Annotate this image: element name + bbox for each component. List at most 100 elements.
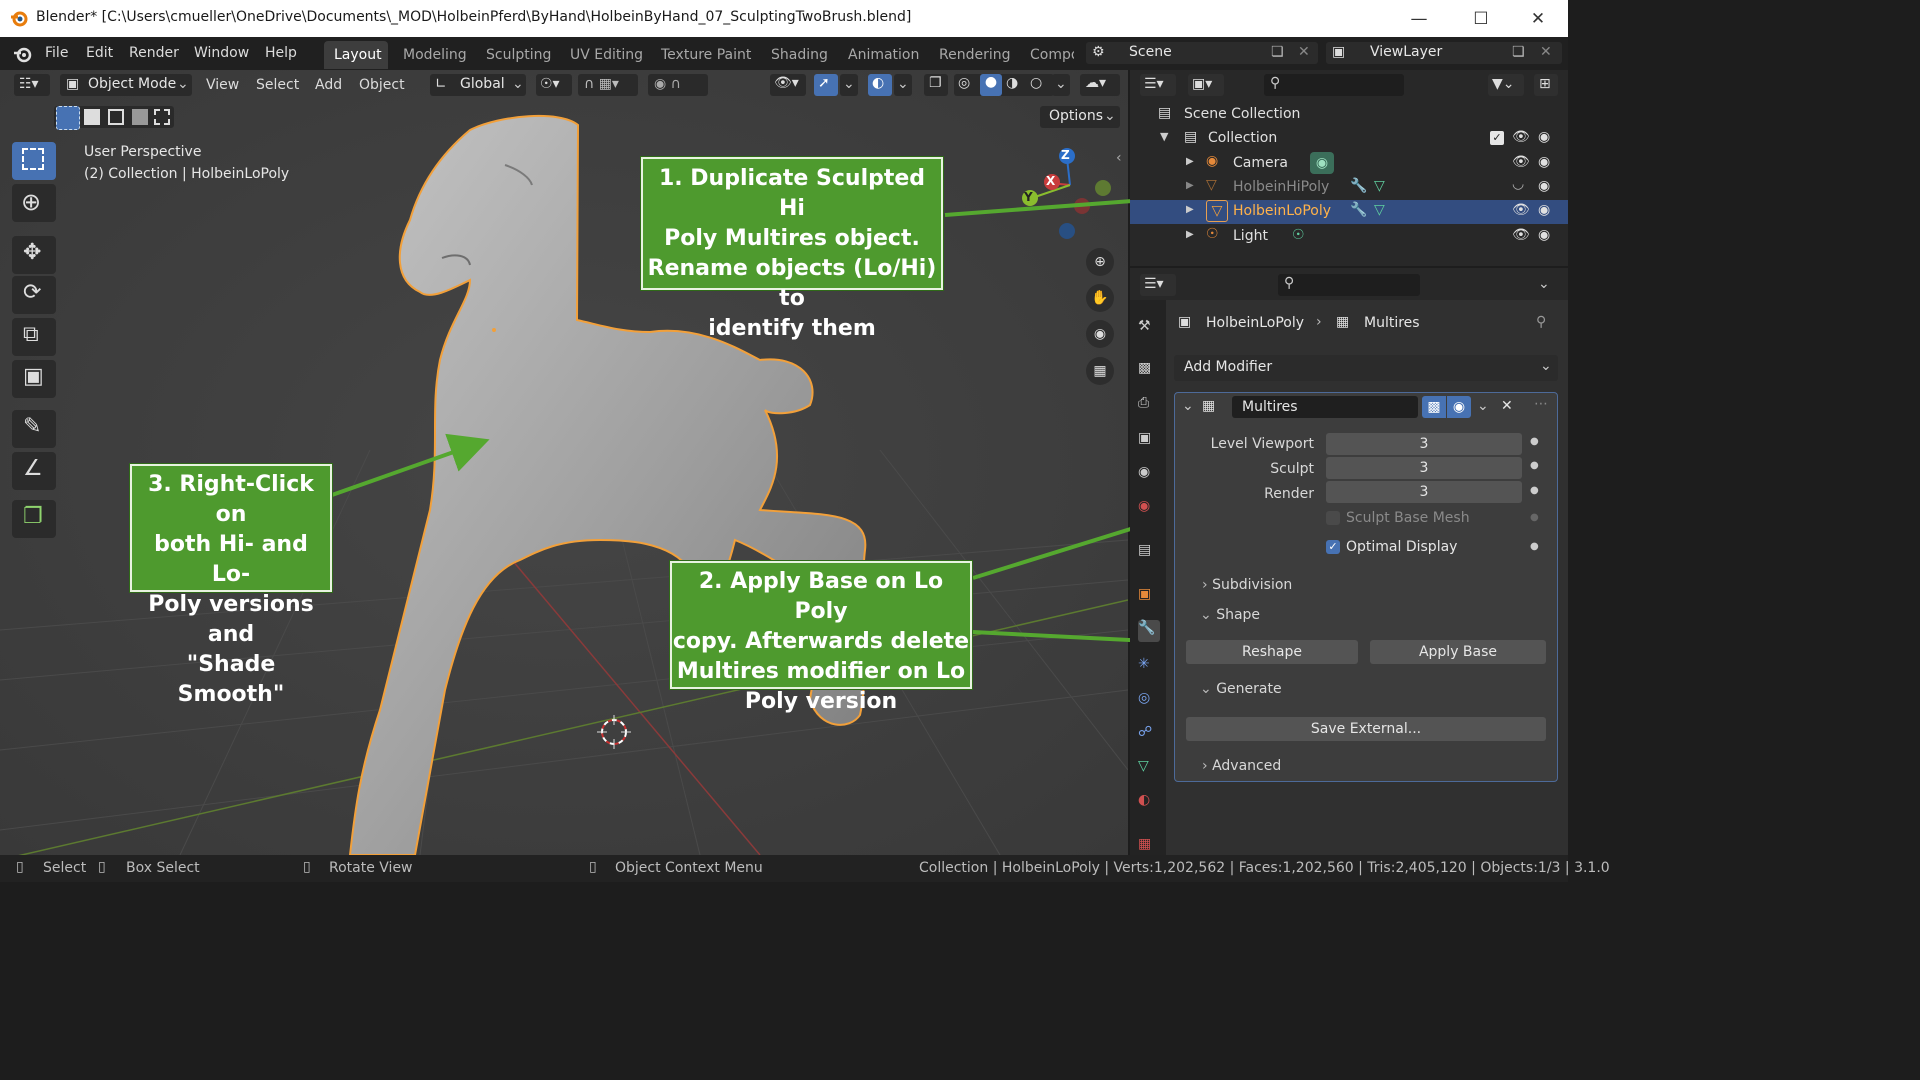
outliner-item-label: HolbeinLoPoly bbox=[1233, 203, 1332, 219]
render-level-field[interactable]: 3 bbox=[1326, 481, 1522, 503]
tool-tab-icon[interactable]: ⚒ bbox=[1138, 318, 1160, 340]
multires-icon: ▦ bbox=[1336, 314, 1350, 330]
data-tab-icon[interactable]: ▽ bbox=[1138, 758, 1160, 780]
save-external-button[interactable]: Save External... bbox=[1186, 717, 1546, 741]
chevron-down-icon: ⌄ bbox=[1200, 681, 1217, 697]
display-mode-icon: ▣▾ bbox=[1192, 76, 1213, 92]
collection-tab-icon[interactable]: ▤ bbox=[1138, 542, 1160, 564]
breadcrumb-modifier: Multires bbox=[1364, 315, 1420, 331]
sculpt-level-field[interactable]: 3 bbox=[1326, 457, 1522, 479]
outliner-filter-button[interactable]: ▼⌄ bbox=[1488, 74, 1524, 96]
mouse-right-icon: ▯ bbox=[589, 859, 597, 875]
note3-line: Poly versions and bbox=[148, 592, 314, 647]
modifier-name-input[interactable]: Multires bbox=[1232, 396, 1418, 418]
output-tab-icon[interactable]: ⎙ bbox=[1138, 395, 1160, 417]
light-data-icon[interactable]: ☉ bbox=[1292, 227, 1305, 243]
checkbox-icon[interactable]: ✓ bbox=[1490, 131, 1504, 145]
apply-base-button[interactable]: Apply Base bbox=[1370, 640, 1546, 664]
eye-closed-icon[interactable]: ◡ bbox=[1512, 176, 1524, 192]
expand-arrow-icon[interactable]: ▼ bbox=[1160, 130, 1168, 143]
outliner-panel: ☰▾ ▣▾ ⚲ ▼⌄ ⊞ ▤ Scene Collection ▼ ▤ Coll… bbox=[1130, 70, 1568, 266]
outliner-row-camera[interactable]: ▶ ◉ Camera ◉ 👁 ◉ bbox=[1130, 152, 1568, 176]
animate-dot-icon[interactable]: ● bbox=[1530, 436, 1539, 447]
render-level-label: Render bbox=[1264, 486, 1314, 502]
add-modifier-dropdown[interactable]: Add Modifier ⌄ bbox=[1174, 355, 1558, 381]
generate-section-header[interactable]: ⌄ Generate bbox=[1200, 681, 1282, 697]
outliner-row-holbeinlopoly[interactable]: ▶ ▽ HolbeinLoPoly 🔧 ▽ 👁 ◉ bbox=[1130, 200, 1568, 224]
eye-icon[interactable]: 👁 bbox=[1512, 202, 1530, 218]
mesh-data-icon[interactable]: ▽ bbox=[1374, 202, 1385, 218]
animate-dot-icon[interactable]: ● bbox=[1530, 485, 1539, 496]
outliner-row-scene-collection[interactable]: ▤ Scene Collection bbox=[1130, 103, 1568, 127]
world-tab-icon[interactable]: ◉ bbox=[1138, 498, 1160, 520]
note3-line: both Hi- and Lo- bbox=[154, 532, 308, 587]
show-in-viewport-toggle[interactable]: ▩ bbox=[1422, 396, 1446, 418]
expand-arrow-icon[interactable]: ▶ bbox=[1186, 156, 1194, 167]
sculpt-level-label: Sculpt bbox=[1270, 461, 1314, 477]
properties-editor-type[interactable]: ☰▾ bbox=[1140, 274, 1176, 296]
annotation-note-2: 2. Apply Base on Lo Poly copy. Afterward… bbox=[670, 561, 972, 714]
subdivision-section-header[interactable]: › Subdivision bbox=[1202, 577, 1292, 593]
wrench-modifier-icon[interactable]: 🔧 bbox=[1350, 178, 1367, 194]
new-collection-button[interactable]: ⊞ bbox=[1534, 74, 1558, 96]
mesh-data-icon[interactable]: ▽ bbox=[1374, 178, 1385, 194]
chevron-right-icon: › bbox=[1202, 758, 1213, 774]
material-tab-icon[interactable]: ◐ bbox=[1138, 792, 1160, 814]
outliner-editor-type[interactable]: ☰▾ bbox=[1140, 74, 1176, 96]
animate-dot-icon[interactable]: ● bbox=[1530, 541, 1539, 552]
eye-icon[interactable]: 👁 bbox=[1512, 227, 1530, 243]
expand-arrow-icon[interactable]: ▶ bbox=[1186, 180, 1194, 191]
collection-label: Collection bbox=[1208, 130, 1278, 146]
breadcrumb-object: HolbeinLoPoly bbox=[1206, 315, 1305, 331]
delete-modifier-close-icon[interactable]: ✕ bbox=[1501, 398, 1513, 414]
eye-icon[interactable]: 👁 bbox=[1512, 129, 1530, 145]
display-mode-dropdown[interactable]: ▣▾ bbox=[1188, 74, 1224, 96]
eye-icon[interactable]: 👁 bbox=[1512, 154, 1530, 170]
view-layer-tab-icon[interactable]: ▣ bbox=[1138, 430, 1160, 452]
outliner-search-input[interactable]: ⚲ bbox=[1264, 74, 1404, 96]
outliner-row-light[interactable]: ▶ ☉ Light ☉ 👁 ◉ bbox=[1130, 225, 1568, 249]
animate-dot-icon[interactable]: ● bbox=[1530, 460, 1539, 471]
show-in-render-toggle[interactable]: ◉ bbox=[1447, 396, 1471, 418]
particles-tab-icon[interactable]: ✳ bbox=[1138, 656, 1160, 678]
outliner-item-label: Light bbox=[1233, 228, 1268, 244]
physics-tab-icon[interactable]: ◎ bbox=[1138, 690, 1160, 712]
drag-handle-icon[interactable]: ⋯ bbox=[1534, 396, 1548, 412]
collapse-arrow-icon[interactable]: ⌄ bbox=[1182, 398, 1194, 414]
camera-render-icon[interactable]: ◉ bbox=[1538, 154, 1550, 170]
reshape-button[interactable]: Reshape bbox=[1186, 640, 1358, 664]
expand-arrow-icon[interactable]: ▶ bbox=[1186, 229, 1194, 240]
scene-statistics: Collection | HolbeinLoPoly | Verts:1,202… bbox=[919, 860, 1610, 876]
wrench-modifier-icon[interactable]: 🔧 bbox=[1350, 202, 1367, 218]
note1-line: Poly Multires object. bbox=[664, 226, 920, 251]
modifier-tab-icon[interactable]: 🔧 bbox=[1138, 620, 1160, 642]
sculpt-base-mesh-label: Sculpt Base Mesh bbox=[1346, 510, 1470, 526]
outliner-item-label: HolbeinHiPoly bbox=[1233, 179, 1330, 195]
camera-render-icon[interactable]: ◉ bbox=[1538, 129, 1550, 145]
scene-collection-label: Scene Collection bbox=[1184, 106, 1301, 122]
generate-label: Generate bbox=[1216, 681, 1282, 697]
note2-line: 2. Apply Base on Lo Poly bbox=[698, 569, 944, 624]
chevron-down-icon[interactable]: ⌄ bbox=[1538, 276, 1550, 292]
pin-icon[interactable]: ⚲ bbox=[1536, 314, 1546, 330]
sculpt-base-mesh-checkbox[interactable] bbox=[1326, 511, 1340, 525]
camera-render-icon[interactable]: ◉ bbox=[1538, 202, 1550, 218]
constraints-tab-icon[interactable]: ☍ bbox=[1138, 724, 1160, 746]
note2-line: copy. Afterwards delete bbox=[672, 629, 970, 654]
scene-tab-icon[interactable]: ◉ bbox=[1138, 464, 1160, 486]
advanced-section-header[interactable]: › Advanced bbox=[1202, 758, 1281, 774]
render-tab-icon[interactable]: ▩ bbox=[1138, 360, 1160, 382]
camera-render-icon[interactable]: ◉ bbox=[1538, 227, 1550, 243]
camera-object-icon: ◉ bbox=[1206, 153, 1219, 169]
level-viewport-field[interactable]: 3 bbox=[1326, 433, 1522, 455]
camera-render-icon[interactable]: ◉ bbox=[1538, 178, 1550, 194]
object-tab-icon[interactable]: ▣ bbox=[1138, 586, 1160, 608]
shape-section-header[interactable]: ⌄ Shape bbox=[1200, 607, 1260, 623]
camera-data-icon[interactable]: ◉ bbox=[1310, 152, 1334, 174]
expand-arrow-icon[interactable]: ▶ bbox=[1186, 204, 1194, 215]
properties-search-input[interactable]: ⚲ bbox=[1278, 274, 1420, 296]
modifier-extra-dropdown-icon[interactable]: ⌄ bbox=[1477, 398, 1489, 414]
optimal-display-checkbox[interactable]: ✓ bbox=[1326, 540, 1340, 554]
outliner-row-holbeinhipoly[interactable]: ▶ ▽ HolbeinHiPoly 🔧 ▽ ◡ ◉ bbox=[1130, 176, 1568, 200]
outliner-row-collection[interactable]: ▼ ▤ Collection ✓ 👁 ◉ bbox=[1130, 127, 1568, 151]
